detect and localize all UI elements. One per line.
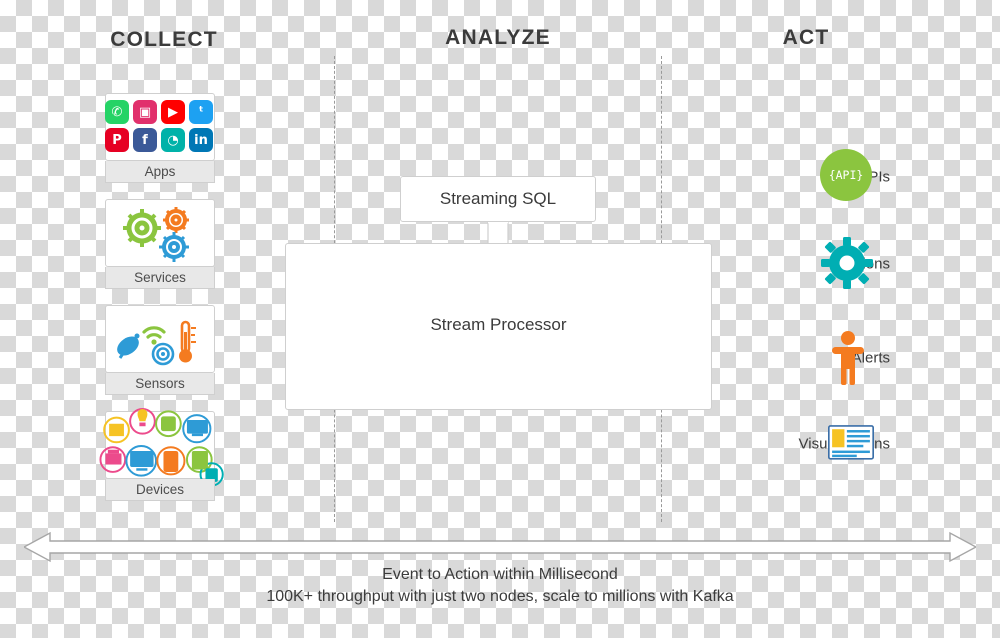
source-card-services <box>105 199 215 267</box>
sensors-illustration <box>106 306 214 372</box>
act-row-apis: APIs {API} <box>700 149 890 205</box>
timeline-double-arrow <box>22 527 978 567</box>
source-label-devices: Devices <box>105 479 215 501</box>
gears-illustration <box>106 200 214 266</box>
app-icon-grid: ✆ ▣ ▶ ᵗ Pf ◔ in <box>105 100 215 154</box>
streaming-sql-label: Streaming SQL <box>439 189 557 208</box>
api-bubble-icon: {API} <box>820 149 876 205</box>
whatsapp-icon: ✆ <box>105 100 129 124</box>
footer-line-1: Event to Action within Millisecond <box>382 566 618 583</box>
column-title-analyze: ANALYZE <box>445 26 551 49</box>
column-title-collect: COLLECT <box>110 28 218 51</box>
diagram-canvas: COLLECT ANALYZE ACT ✆▣▶ᵗ Pf◔in Apps <box>0 0 1000 638</box>
dashboard-icon <box>820 416 876 472</box>
source-card-apps: ✆ ▣ ▶ ᵗ Pf ◔ in <box>105 93 215 161</box>
source-label-services: Services <box>105 267 215 289</box>
footer-line-2: 100K+ throughput with just two nodes, sc… <box>266 588 734 605</box>
source-card-sensors <box>105 305 215 373</box>
source-label-sensors: Sensors <box>105 373 215 395</box>
api-badge-text: {API} <box>828 168 864 182</box>
stream-processor-box: Stream Processor <box>285 243 712 410</box>
stream-processor-label: Stream Processor <box>430 315 567 334</box>
linkedin-icon: in <box>189 128 213 152</box>
person-alert-icon <box>820 330 876 386</box>
column-title-act: ACT <box>782 26 830 49</box>
streaming-sql-box: Streaming SQL <box>400 176 596 222</box>
facebook-icon: f <box>133 128 157 152</box>
instagram-icon: ▣ <box>133 100 157 124</box>
chat-icon: ◔ <box>161 128 185 152</box>
source-label-apps: Apps <box>105 161 215 183</box>
devices-illustration <box>99 407 224 487</box>
youtube-icon: ▶ <box>161 100 185 124</box>
act-row-alerts: Alerts <box>700 330 890 386</box>
pinterest-icon: P <box>105 128 129 152</box>
twitter-icon: ᵗ <box>189 100 213 124</box>
gear-icon <box>820 236 876 292</box>
act-row-actions: Actions <box>700 236 890 292</box>
act-row-visualizations: Visualizations <box>662 416 890 472</box>
source-card-devices <box>99 407 224 487</box>
